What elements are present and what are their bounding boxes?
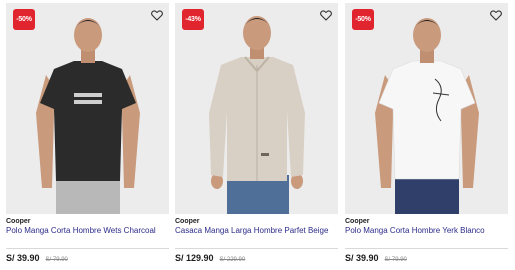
current-price: S/ 39.90 [6, 253, 40, 263]
original-price: S/ 79.90 [384, 257, 407, 263]
price-row: S/ 39.90 S/ 79.90 [345, 253, 508, 265]
price-row: S/ 129.90 S/ 229.90 [175, 253, 338, 265]
product-brand: Cooper [6, 218, 31, 225]
product-brand: Cooper [175, 218, 200, 225]
product-image[interactable] [175, 3, 338, 214]
current-price: S/ 129.90 [175, 253, 214, 263]
divider [345, 248, 508, 249]
divider [6, 248, 169, 249]
current-price: S/ 39.90 [345, 253, 379, 263]
product-name-link[interactable]: Polo Manga Corta Hombre Yerk Blanco [345, 226, 508, 246]
product-card[interactable]: -50% Cooper Polo Manga Corta Hombre Yerk… [345, 3, 508, 270]
heart-outline-icon[interactable] [489, 8, 503, 22]
model-wearing-tshirt [6, 3, 169, 214]
product-info: Cooper Polo Manga Corta Hombre Wets Char… [6, 217, 169, 265]
product-card[interactable]: -50% Cooper Polo Manga Corta Hombre Wets… [6, 3, 169, 270]
heart-outline-icon[interactable] [319, 8, 333, 22]
discount-badge: -43% [182, 9, 204, 30]
product-info: Cooper Casaca Manga Larga Hombre Parfet … [175, 217, 338, 265]
model-wearing-white-tshirt [345, 3, 508, 214]
product-brand: Cooper [345, 218, 370, 225]
model-wearing-jacket [175, 3, 338, 214]
product-card[interactable]: -43% Cooper Casaca Manga Larga Hombre Pa… [175, 3, 338, 270]
discount-badge: -50% [352, 9, 374, 30]
product-info: Cooper Polo Manga Corta Hombre Yerk Blan… [345, 217, 508, 265]
discount-badge: -50% [13, 9, 35, 30]
product-name-link[interactable]: Casaca Manga Larga Hombre Parfet Beige [175, 226, 338, 246]
product-name-link[interactable]: Polo Manga Corta Hombre Wets Charcoal [6, 226, 169, 246]
price-row: S/ 39.90 S/ 79.90 [6, 253, 169, 265]
product-image[interactable] [6, 3, 169, 214]
product-grid: -50% Cooper Polo Manga Corta Hombre Wets… [0, 0, 515, 270]
divider [175, 248, 338, 249]
heart-outline-icon[interactable] [150, 8, 164, 22]
product-image[interactable] [345, 3, 508, 214]
original-price: S/ 229.90 [219, 257, 246, 263]
original-price: S/ 79.90 [45, 257, 68, 263]
